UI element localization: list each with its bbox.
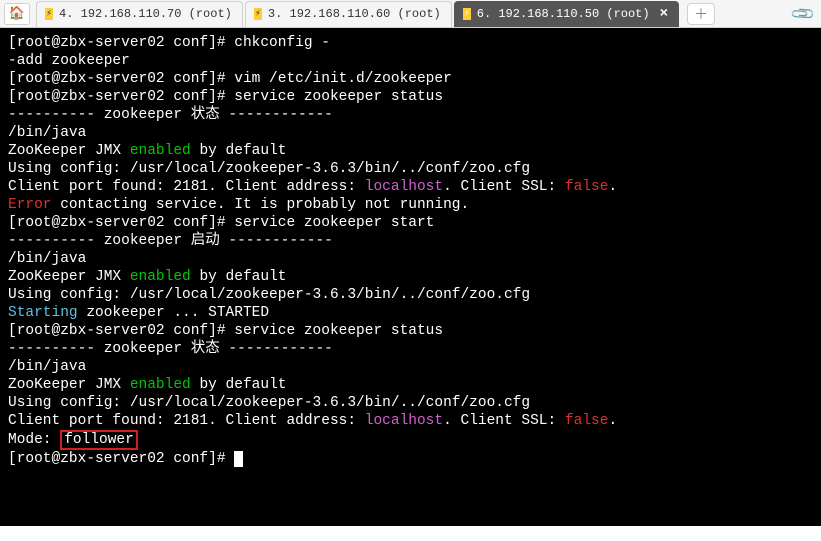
tab-session-2[interactable]: ⚡ 6. 192.168.110.50 (root) × <box>454 1 679 27</box>
lightning-icon: ⚡ <box>254 8 262 20</box>
terminal-text: Using config: /usr/local/zookeeper-3.6.3… <box>8 161 530 177</box>
attach-icon[interactable]: 📎 <box>789 0 817 28</box>
terminal-text: . <box>608 413 617 429</box>
terminal-line: Using config: /usr/local/zookeeper-3.6.3… <box>8 160 813 178</box>
terminal-text: Client port found: 2181. Client address: <box>8 413 365 429</box>
lightning-icon: ⚡ <box>463 8 471 20</box>
terminal-text: [root@zbx-server02 conf]# chkconfig - <box>8 35 330 51</box>
terminal-text: [root@zbx-server02 conf]# vim /etc/init.… <box>8 71 452 87</box>
terminal-text: Using config: /usr/local/zookeeper-3.6.3… <box>8 395 530 411</box>
terminal-text: [root@zbx-server02 conf]# service zookee… <box>8 215 434 231</box>
terminal-text: [root@zbx-server02 conf]# service zookee… <box>8 323 443 339</box>
terminal-text: /bin/java <box>8 359 86 375</box>
terminal-text: Client port found: 2181. Client address: <box>8 179 365 195</box>
terminal-text: . Client SSL: <box>443 179 565 195</box>
tab-session-1[interactable]: ⚡ 3. 192.168.110.60 (root) <box>245 1 452 27</box>
plus-icon: ＋ <box>694 4 708 24</box>
terminal-text: contacting service. It is probably not r… <box>52 197 470 213</box>
terminal-line: ---------- zookeeper 启动 ------------ <box>8 232 813 250</box>
tab-label: 3. 192.168.110.60 (root) <box>268 7 441 21</box>
terminal-line: [root@zbx-server02 conf]# <box>8 450 813 468</box>
terminal-text: ---------- zookeeper 状态 ------------ <box>8 107 333 123</box>
terminal-line: ---------- zookeeper 状态 ------------ <box>8 106 813 124</box>
terminal-line: /bin/java <box>8 358 813 376</box>
terminal-text: by default <box>191 269 287 285</box>
terminal-cursor <box>234 451 243 467</box>
terminal-text: Using config: /usr/local/zookeeper-3.6.3… <box>8 287 530 303</box>
terminal-text: zookeeper ... STARTED <box>78 305 269 321</box>
terminal-text: localhost <box>365 413 443 429</box>
terminal-line: ZooKeeper JMX enabled by default <box>8 142 813 160</box>
new-tab-button[interactable]: ＋ <box>687 3 715 25</box>
footer-bar <box>0 526 821 541</box>
terminal-line: /bin/java <box>8 250 813 268</box>
terminal-line: Starting zookeeper ... STARTED <box>8 304 813 322</box>
terminal-text: false <box>565 179 609 195</box>
terminal-text: Starting <box>8 305 78 321</box>
terminal-line: [root@zbx-server02 conf]# chkconfig - <box>8 34 813 52</box>
terminal-text: /bin/java <box>8 251 86 267</box>
terminal-text: [root@zbx-server02 conf]# service zookee… <box>8 89 443 105</box>
terminal-text: . <box>608 179 617 195</box>
terminal-text: follower <box>60 430 138 450</box>
home-icon: 🏠 <box>9 6 25 21</box>
terminal-output[interactable]: [root@zbx-server02 conf]# chkconfig - -ad… <box>0 28 821 526</box>
terminal-text: Error <box>8 197 52 213</box>
terminal-line: Mode: follower <box>8 430 813 450</box>
tab-bar: 🏠 ⚡ 4. 192.168.110.70 (root) ⚡ 3. 192.168.1… <box>0 0 821 28</box>
terminal-text: enabled <box>130 269 191 285</box>
terminal-text: ZooKeeper JMX <box>8 377 130 393</box>
terminal-line: Using config: /usr/local/zookeeper-3.6.3… <box>8 286 813 304</box>
terminal-text: ---------- zookeeper 状态 ------------ <box>8 341 333 357</box>
terminal-text: [root@zbx-server02 conf]# <box>8 451 234 467</box>
terminal-line: ZooKeeper JMX enabled by default <box>8 268 813 286</box>
terminal-line: [root@zbx-server02 conf]# vim /etc/init.… <box>8 70 813 88</box>
terminal-line: Client port found: 2181. Client address:… <box>8 178 813 196</box>
terminal-text: . Client SSL: <box>443 413 565 429</box>
terminal-line: /bin/java <box>8 124 813 142</box>
tab-label: 4. 192.168.110.70 (root) <box>59 7 232 21</box>
tab-label: 6. 192.168.110.50 (root) <box>477 7 650 21</box>
terminal-text: by default <box>191 143 287 159</box>
terminal-line: [root@zbx-server02 conf]# service zookee… <box>8 214 813 232</box>
terminal-line: Error contacting service. It is probably… <box>8 196 813 214</box>
terminal-text: ---------- zookeeper 启动 ------------ <box>8 233 333 249</box>
terminal-text: /bin/java <box>8 125 86 141</box>
terminal-text: ZooKeeper JMX <box>8 143 130 159</box>
terminal-line: ---------- zookeeper 状态 ------------ <box>8 340 813 358</box>
close-icon[interactable]: × <box>660 6 668 22</box>
terminal-line: [root@zbx-server02 conf]# service zookee… <box>8 88 813 106</box>
terminal-text: false <box>565 413 609 429</box>
tab-session-0[interactable]: ⚡ 4. 192.168.110.70 (root) <box>36 1 243 27</box>
terminal-text: -add zookeeper <box>8 53 130 69</box>
terminal-text: ZooKeeper JMX <box>8 269 130 285</box>
terminal-text: by default <box>191 377 287 393</box>
terminal-text: enabled <box>130 377 191 393</box>
terminal-text: enabled <box>130 143 191 159</box>
terminal-line: -add zookeeper <box>8 52 813 70</box>
terminal-line: [root@zbx-server02 conf]# service zookee… <box>8 322 813 340</box>
terminal-text: Mode: <box>8 432 60 448</box>
terminal-line: ZooKeeper JMX enabled by default <box>8 376 813 394</box>
home-button[interactable]: 🏠 <box>4 3 30 25</box>
terminal-line: Using config: /usr/local/zookeeper-3.6.3… <box>8 394 813 412</box>
terminal-text: localhost <box>365 179 443 195</box>
terminal-line: Client port found: 2181. Client address:… <box>8 412 813 430</box>
lightning-icon: ⚡ <box>45 8 53 20</box>
